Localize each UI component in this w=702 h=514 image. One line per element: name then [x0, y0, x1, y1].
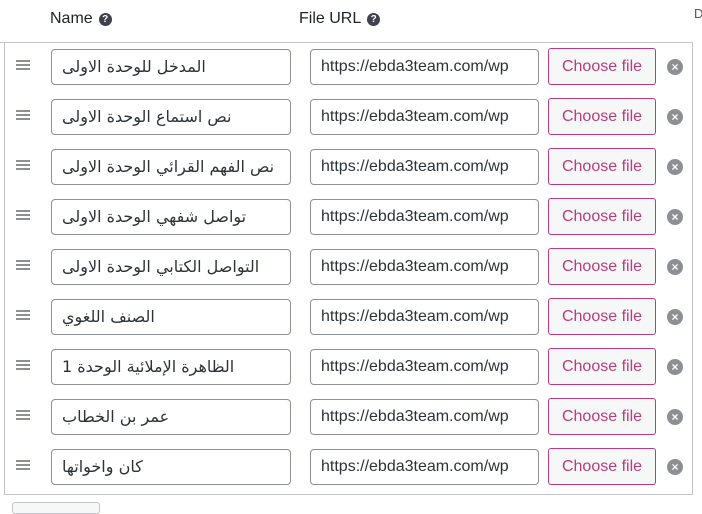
choose-file-button[interactable]: Choose file — [548, 148, 656, 185]
table-row: كان واخواتها https://ebda3team.com/wp Ch… — [5, 442, 692, 492]
remove-row-icon[interactable]: × — [667, 359, 683, 375]
table-row: المدخل للوحدة الاولى https://ebda3team.c… — [5, 42, 692, 92]
file-url-input[interactable]: https://ebda3team.com/wp — [310, 399, 539, 435]
file-name-input[interactable]: نص الفهم القرائي الوحدة الاولى — [51, 149, 291, 185]
choose-file-button[interactable]: Choose file — [548, 448, 656, 485]
remove-row-icon[interactable]: × — [667, 309, 683, 325]
remove-row-icon[interactable]: × — [667, 59, 683, 75]
drag-handle-icon[interactable] — [16, 210, 30, 221]
table-row: نص استماع الوحدة الاولى https://ebda3tea… — [5, 92, 692, 142]
remove-row-icon[interactable]: × — [667, 409, 683, 425]
file-name-input[interactable]: المدخل للوحدة الاولى — [51, 49, 291, 85]
name-column-header: Name ? — [50, 10, 112, 28]
choose-file-button[interactable]: Choose file — [548, 348, 656, 385]
file-name-input[interactable]: عمر بن الخطاب — [51, 399, 291, 435]
drag-handle-icon[interactable] — [16, 260, 30, 271]
file-url-column-label: File URL — [299, 10, 362, 27]
table-row: عمر بن الخطاب https://ebda3team.com/wp C… — [5, 392, 692, 442]
file-url-input[interactable]: https://ebda3team.com/wp — [310, 449, 539, 485]
table-row: التواصل الكتابي الوحدة الاولى https://eb… — [5, 242, 692, 292]
choose-file-button[interactable]: Choose file — [548, 48, 656, 85]
file-name-input[interactable]: الظاهرة الإملائية الوحدة 1 — [51, 349, 291, 385]
file-name-input[interactable]: كان واخواتها — [51, 449, 291, 485]
file-name-input[interactable]: تواصل شفهي الوحدة الاولى — [51, 199, 291, 235]
table-row: الصنف اللغوي https://ebda3team.com/wp Ch… — [5, 292, 692, 342]
drag-handle-icon[interactable] — [16, 60, 30, 71]
help-icon[interactable]: ? — [98, 12, 112, 26]
drag-handle-icon[interactable] — [16, 160, 30, 171]
choose-file-button[interactable]: Choose file — [548, 248, 656, 285]
remove-row-icon[interactable]: × — [667, 459, 683, 475]
file-url-input[interactable]: https://ebda3team.com/wp — [310, 199, 539, 235]
downloadable-files-table: المدخل للوحدة الاولى https://ebda3team.c… — [4, 42, 693, 495]
choose-file-button[interactable]: Choose file — [548, 298, 656, 335]
remove-row-icon[interactable]: × — [667, 109, 683, 125]
choose-file-button[interactable]: Choose file — [548, 198, 656, 235]
choose-file-button[interactable]: Choose file — [548, 398, 656, 435]
file-url-input[interactable]: https://ebda3team.com/wp — [310, 349, 539, 385]
file-name-input[interactable]: الصنف اللغوي — [51, 299, 291, 335]
add-file-button[interactable] — [12, 502, 100, 514]
table-row: الظاهرة الإملائية الوحدة 1 https://ebda3… — [5, 342, 692, 392]
file-url-input[interactable]: https://ebda3team.com/wp — [310, 249, 539, 285]
table-row: تواصل شفهي الوحدة الاولى https://ebda3te… — [5, 192, 692, 242]
edge-text: D — [694, 6, 702, 21]
remove-row-icon[interactable]: × — [667, 209, 683, 225]
remove-row-icon[interactable]: × — [667, 159, 683, 175]
file-name-input[interactable]: التواصل الكتابي الوحدة الاولى — [51, 249, 291, 285]
help-icon[interactable]: ? — [367, 12, 381, 26]
drag-handle-icon[interactable] — [16, 110, 30, 121]
table-header: Name ? File URL ? — [0, 0, 692, 43]
table-row: نص الفهم القرائي الوحدة الاولى https://e… — [5, 142, 692, 192]
file-url-input[interactable]: https://ebda3team.com/wp — [310, 149, 539, 185]
drag-handle-icon[interactable] — [16, 310, 30, 321]
file-url-input[interactable]: https://ebda3team.com/wp — [310, 299, 539, 335]
drag-handle-icon[interactable] — [16, 360, 30, 371]
file-url-input[interactable]: https://ebda3team.com/wp — [310, 99, 539, 135]
file-url-column-header: File URL ? — [299, 10, 381, 28]
drag-handle-icon[interactable] — [16, 410, 30, 421]
file-url-input[interactable]: https://ebda3team.com/wp — [310, 49, 539, 85]
remove-row-icon[interactable]: × — [667, 259, 683, 275]
file-name-input[interactable]: نص استماع الوحدة الاولى — [51, 99, 291, 135]
name-column-label: Name — [50, 10, 93, 27]
choose-file-button[interactable]: Choose file — [548, 98, 656, 135]
drag-handle-icon[interactable] — [16, 460, 30, 471]
